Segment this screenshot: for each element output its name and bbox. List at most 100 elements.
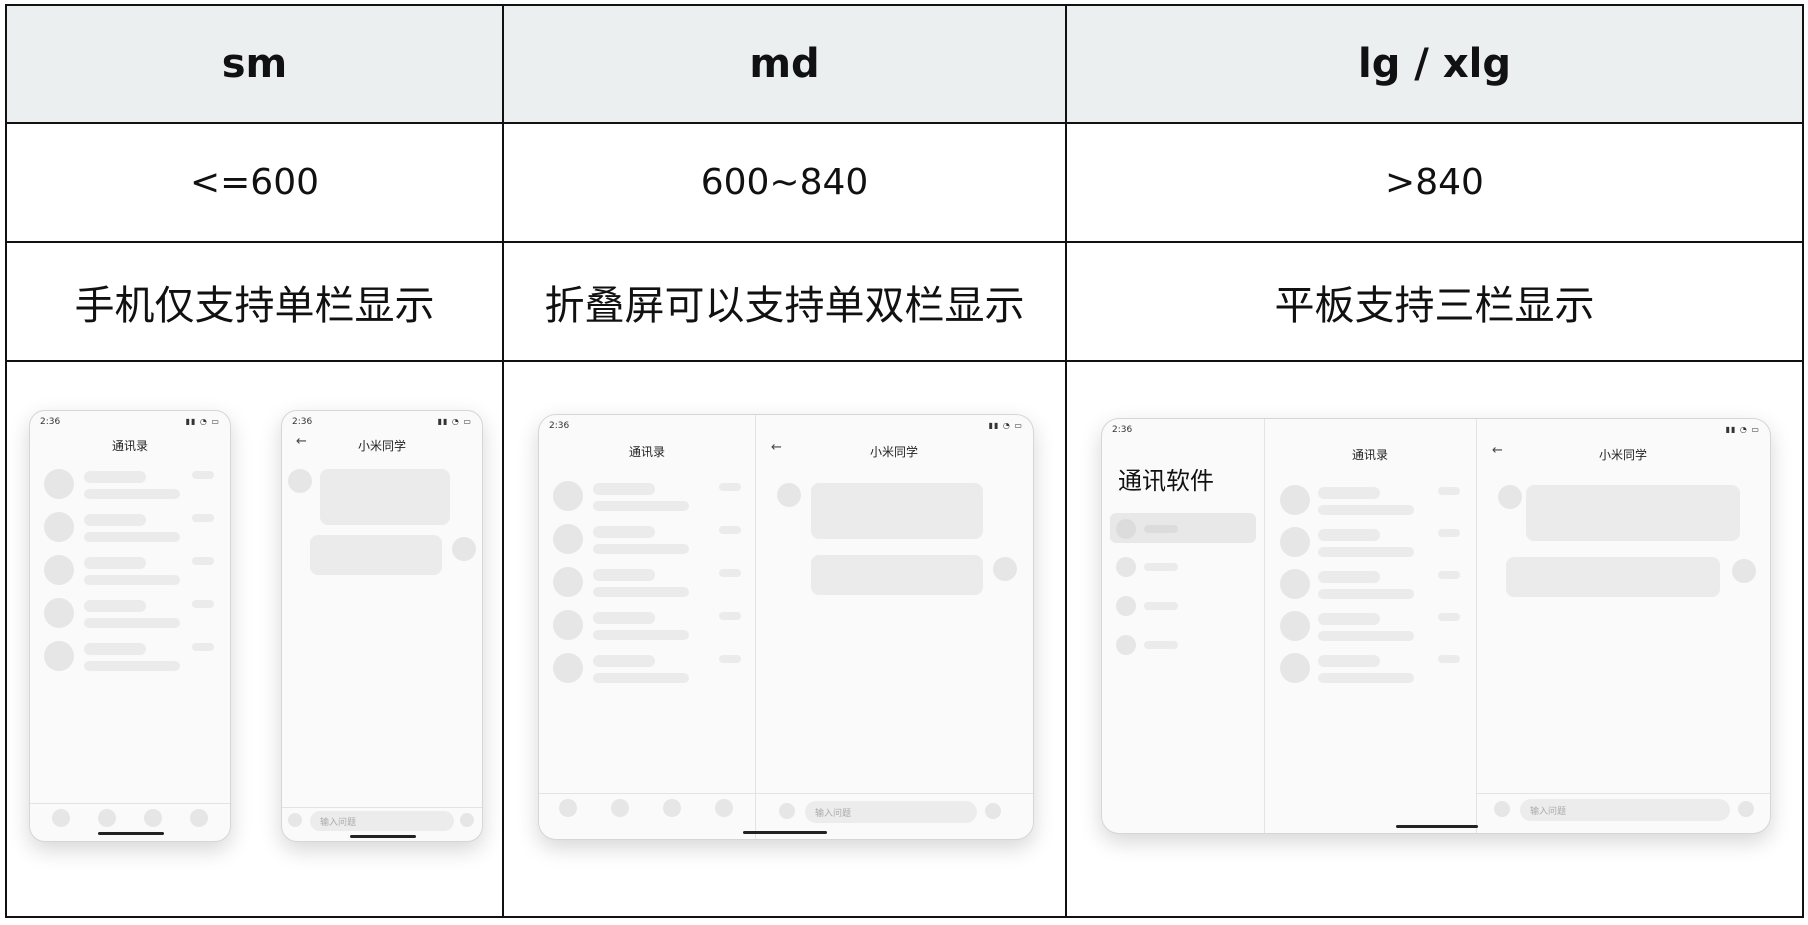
avatar bbox=[553, 610, 583, 640]
list-item bbox=[1318, 571, 1380, 583]
chat-input[interactable]: 输入问题 bbox=[805, 801, 977, 823]
voice-icon[interactable] bbox=[1494, 801, 1510, 817]
avatar bbox=[553, 653, 583, 683]
header-md-label: md bbox=[749, 41, 820, 87]
header-lg-label: lg / xlg bbox=[1358, 41, 1511, 87]
desc-md: 折叠屏可以支持单双栏显示 bbox=[504, 243, 1067, 362]
list-item bbox=[719, 483, 741, 491]
status-time: 2:36 bbox=[40, 417, 61, 427]
chat-bubble bbox=[1506, 557, 1720, 597]
list-item bbox=[593, 483, 655, 495]
list-item bbox=[593, 612, 655, 624]
nav-icon bbox=[1116, 557, 1136, 577]
add-icon[interactable] bbox=[1738, 801, 1754, 817]
list-item bbox=[84, 557, 146, 569]
list-item bbox=[1438, 487, 1460, 495]
width-lg: >840 bbox=[1067, 124, 1802, 243]
nav-icon bbox=[611, 799, 629, 817]
list-item bbox=[1438, 613, 1460, 621]
avatar bbox=[1280, 653, 1310, 683]
chat-bubble bbox=[1526, 485, 1740, 541]
list-item bbox=[192, 514, 214, 522]
nav-icon bbox=[98, 809, 116, 827]
home-indicator bbox=[1396, 825, 1478, 828]
avatar bbox=[1280, 569, 1310, 599]
home-indicator bbox=[743, 831, 827, 834]
width-md: 600~840 bbox=[504, 124, 1067, 243]
phone-chat-mockup: 2:36 ▮▮ ◔ ▭ ← 小米同学 输入问题 bbox=[281, 410, 483, 842]
avatar bbox=[1280, 611, 1310, 641]
status-time: 2:36 bbox=[1112, 425, 1133, 435]
nav-icon bbox=[663, 799, 681, 817]
list-item bbox=[719, 655, 741, 663]
desc-sm: 手机仅支持单栏显示 bbox=[7, 243, 504, 362]
header-sm: sm bbox=[7, 6, 504, 124]
chat-input[interactable]: 输入问题 bbox=[1520, 799, 1730, 821]
mockup-lg-cell: 2:36 ▮▮ ◔ ▭ 通讯软件 通讯录 ← 小米同学 输入问题 bbox=[1067, 362, 1802, 916]
header-md: md bbox=[504, 6, 1067, 124]
nav-label bbox=[1144, 641, 1178, 649]
contacts-title: 通讯录 bbox=[111, 439, 148, 453]
breakpoint-table: sm md lg / xlg <=600 600~840 >840 手机仅支持单… bbox=[5, 4, 1804, 918]
chat-bubble bbox=[310, 535, 442, 575]
list-item bbox=[1318, 505, 1414, 515]
avatar bbox=[777, 483, 801, 507]
header-sm-label: sm bbox=[221, 41, 288, 87]
list-item bbox=[84, 575, 180, 585]
list-item bbox=[593, 655, 655, 667]
avatar bbox=[44, 469, 74, 499]
avatar bbox=[44, 641, 74, 671]
avatar bbox=[1280, 485, 1310, 515]
chat-title: 小米同学 bbox=[869, 445, 918, 459]
header-lg: lg / xlg bbox=[1067, 6, 1802, 124]
foldable-mockup: 2:36 ▮▮ ◔ ▭ 通讯录 ← 小米同学 输入问题 bbox=[538, 414, 1034, 840]
avatar bbox=[452, 537, 476, 561]
list-item bbox=[84, 471, 146, 483]
list-item bbox=[1438, 571, 1460, 579]
desc-md-text: 折叠屏可以支持单双栏显示 bbox=[544, 282, 1025, 329]
list-item bbox=[1438, 529, 1460, 537]
status-icons: ▮▮ ◔ ▭ bbox=[1725, 425, 1760, 434]
width-sm-value: <=600 bbox=[189, 162, 320, 203]
nav-icon bbox=[559, 799, 577, 817]
nav-label bbox=[1144, 525, 1178, 533]
list-item bbox=[192, 471, 214, 479]
chat-title: 小米同学 bbox=[1598, 448, 1647, 462]
list-item bbox=[84, 600, 146, 612]
voice-icon[interactable] bbox=[779, 803, 795, 819]
avatar bbox=[44, 598, 74, 628]
contacts-title: 通讯录 bbox=[1351, 448, 1388, 462]
add-icon[interactable] bbox=[985, 803, 1001, 819]
list-item bbox=[1438, 655, 1460, 663]
list-item bbox=[593, 501, 689, 511]
chat-bubble bbox=[811, 555, 983, 595]
avatar bbox=[553, 567, 583, 597]
list-item bbox=[1318, 487, 1380, 499]
list-item bbox=[192, 557, 214, 565]
list-item bbox=[1318, 673, 1414, 683]
bottom-divider bbox=[282, 807, 482, 808]
list-item bbox=[593, 569, 655, 581]
chat-input[interactable]: 输入问题 bbox=[310, 811, 454, 831]
list-item bbox=[1318, 529, 1380, 541]
chat-title: 小米同学 bbox=[357, 439, 406, 453]
list-item bbox=[593, 630, 689, 640]
nav-icon bbox=[715, 799, 733, 817]
add-icon[interactable] bbox=[460, 813, 474, 827]
list-item bbox=[84, 618, 180, 628]
list-item bbox=[719, 569, 741, 577]
nav-icon bbox=[1116, 635, 1136, 655]
list-item bbox=[84, 532, 180, 542]
voice-icon[interactable] bbox=[288, 813, 302, 827]
phone-contacts-mockup: 2:36 ▮▮ ◔ ▭ 通讯录 bbox=[29, 410, 231, 842]
list-item bbox=[593, 526, 655, 538]
avatar bbox=[1498, 485, 1522, 509]
bottom-divider bbox=[30, 803, 230, 804]
nav-icon bbox=[1116, 519, 1136, 539]
desc-sm-text: 手机仅支持单栏显示 bbox=[74, 282, 435, 329]
desc-lg-text: 平板支持三栏显示 bbox=[1274, 282, 1595, 329]
status-icons: ▮▮ ◔ ▭ bbox=[437, 417, 472, 426]
nav-label bbox=[1144, 602, 1178, 610]
nav-icon bbox=[1116, 596, 1136, 616]
tablet-mockup: 2:36 ▮▮ ◔ ▭ 通讯软件 通讯录 ← 小米同学 输入问题 bbox=[1101, 418, 1771, 834]
